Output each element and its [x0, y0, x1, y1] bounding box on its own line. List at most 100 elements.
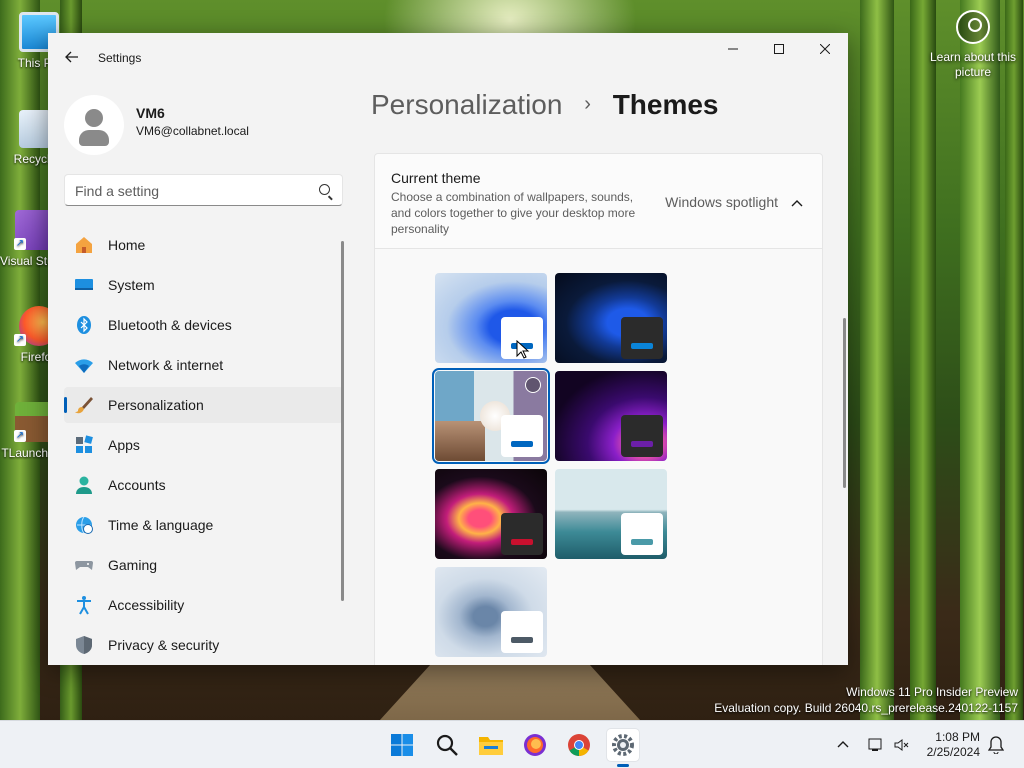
sidebar-item-label: Personalization: [108, 397, 204, 413]
shield-icon: [74, 635, 94, 655]
search-icon[interactable]: [319, 184, 330, 195]
taskbar-search-button[interactable]: [431, 729, 463, 761]
sidebar-item-apps[interactable]: Apps: [64, 427, 343, 463]
title-bar[interactable]: Settings: [48, 33, 848, 81]
volume-muted-icon[interactable]: [894, 737, 910, 753]
spotlight-icon: [956, 10, 990, 44]
start-button[interactable]: [386, 729, 418, 761]
minimize-icon: [728, 48, 738, 50]
taskbar-clock[interactable]: 1:08 PM 2/25/2024: [927, 730, 980, 760]
accounts-icon: [74, 475, 94, 495]
sidebar-item-label: System: [108, 277, 155, 293]
notification-bell-icon[interactable]: [988, 736, 1004, 754]
sidebar-item-accessibility[interactable]: Accessibility: [64, 587, 343, 623]
sidebar-item-label: Accessibility: [108, 597, 185, 613]
bluetooth-icon: [74, 315, 94, 335]
close-icon: [820, 44, 830, 54]
watermark-line1: Windows 11 Pro Insider Preview: [846, 685, 1018, 699]
sidebar-item-label: Accounts: [108, 477, 166, 493]
sidebar-item-time-language[interactable]: Time & language: [64, 507, 343, 543]
spotlight-icon: [525, 377, 541, 393]
sidebar-item-gaming[interactable]: Gaming: [64, 547, 343, 583]
shortcut-arrow-icon: ↗: [14, 238, 26, 250]
search-icon: [436, 734, 458, 756]
search-box[interactable]: [64, 174, 343, 206]
themes-gallery: [374, 249, 823, 665]
app-title: Settings: [98, 51, 142, 65]
sidebar-item-label: Home: [108, 237, 146, 253]
user-name: VM6: [136, 105, 165, 121]
recycle-bin-icon: [19, 110, 51, 148]
system-icon: [74, 275, 94, 295]
sidebar-item-label: Network & internet: [108, 357, 224, 373]
theme-tile-glow[interactable]: [555, 371, 667, 461]
sidebar-item-label: Time & language: [108, 517, 214, 533]
accessibility-icon: [74, 595, 94, 615]
chevron-up-icon[interactable]: [836, 738, 850, 752]
theme-panel: [621, 415, 663, 457]
theme-panel: [501, 415, 543, 457]
settings-icon: [612, 734, 634, 756]
maximize-button[interactable]: [756, 33, 802, 65]
theme-panel: [501, 611, 543, 653]
theme-tile-sunrise-lake[interactable]: [555, 469, 667, 559]
breadcrumb-parent[interactable]: Personalization: [371, 89, 562, 120]
minimize-button[interactable]: [710, 33, 756, 65]
taskbar-settings[interactable]: [607, 729, 639, 767]
sidebar-item-privacy[interactable]: Privacy & security: [64, 627, 343, 663]
chrome-icon: [568, 734, 590, 756]
sidebar-nav: Home System Bluetooth & devices Network …: [64, 227, 343, 665]
page-title: Themes: [612, 89, 719, 120]
search-input[interactable]: [75, 181, 305, 201]
theme-tile-windows-light[interactable]: [435, 273, 547, 363]
sidebar-item-label: Apps: [108, 437, 140, 453]
learn-about-label: Learn about this picture: [929, 50, 1017, 79]
gamepad-icon: [74, 555, 94, 575]
home-icon: [74, 235, 94, 255]
taskbar: 1:08 PM 2/25/2024: [0, 720, 1024, 768]
close-button[interactable]: [802, 33, 848, 65]
sidebar-item-label: Gaming: [108, 557, 158, 573]
globe-clock-icon: [74, 515, 94, 535]
theme-tile-windows-spotlight[interactable]: [432, 368, 550, 464]
current-theme-value: Windows spotlight: [665, 194, 778, 210]
clock-time: 1:08 PM: [935, 730, 980, 744]
theme-tile-captured-motion[interactable]: [435, 469, 547, 559]
network-icon[interactable]: [868, 737, 886, 753]
back-button[interactable]: [60, 45, 84, 69]
mouse-cursor-icon: [516, 340, 530, 359]
sidebar-scrollbar[interactable]: [341, 241, 344, 601]
system-tray: [836, 721, 910, 768]
theme-tile-windows-dark[interactable]: [555, 273, 667, 363]
sidebar-item-bluetooth[interactable]: Bluetooth & devices: [64, 307, 343, 343]
sidebar-item-label: Privacy & security: [108, 637, 220, 653]
theme-panel: [501, 513, 543, 555]
sidebar-item-network[interactable]: Network & internet: [64, 347, 343, 383]
taskbar-chrome[interactable]: [563, 729, 595, 761]
sidebar-item-accounts[interactable]: Accounts: [64, 467, 343, 503]
current-theme-description: Choose a combination of wallpapers, soun…: [391, 190, 636, 236]
current-theme-title: Current theme: [391, 170, 481, 186]
shortcut-arrow-icon: ↗: [14, 334, 26, 346]
shortcut-arrow-icon: ↗: [14, 430, 26, 442]
back-arrow-icon: [65, 51, 78, 63]
firefox-icon: [524, 734, 546, 756]
chevron-up-icon[interactable]: [790, 196, 804, 210]
sidebar-item-personalization[interactable]: Personalization: [64, 387, 343, 423]
taskbar-file-explorer[interactable]: [475, 729, 507, 761]
theme-panel: [621, 513, 663, 555]
settings-window: Settings VM6 VM6@collabnet.local Home: [48, 33, 848, 665]
sidebar-item-home[interactable]: Home: [64, 227, 343, 263]
taskbar-firefox[interactable]: [519, 729, 551, 761]
wifi-icon: [74, 355, 94, 375]
breadcrumb-separator: ›: [584, 93, 591, 115]
content-scrollbar[interactable]: [843, 318, 846, 488]
avatar[interactable]: [64, 95, 124, 155]
user-email: VM6@collabnet.local: [136, 124, 249, 138]
theme-tile-flow[interactable]: [435, 567, 547, 657]
current-theme-card[interactable]: Current theme Choose a combination of wa…: [374, 153, 823, 249]
clock-date: 2/25/2024: [926, 745, 980, 759]
file-explorer-icon: [479, 737, 503, 755]
learn-about-picture[interactable]: Learn about this picture: [928, 10, 1018, 80]
sidebar-item-system[interactable]: System: [64, 267, 343, 303]
